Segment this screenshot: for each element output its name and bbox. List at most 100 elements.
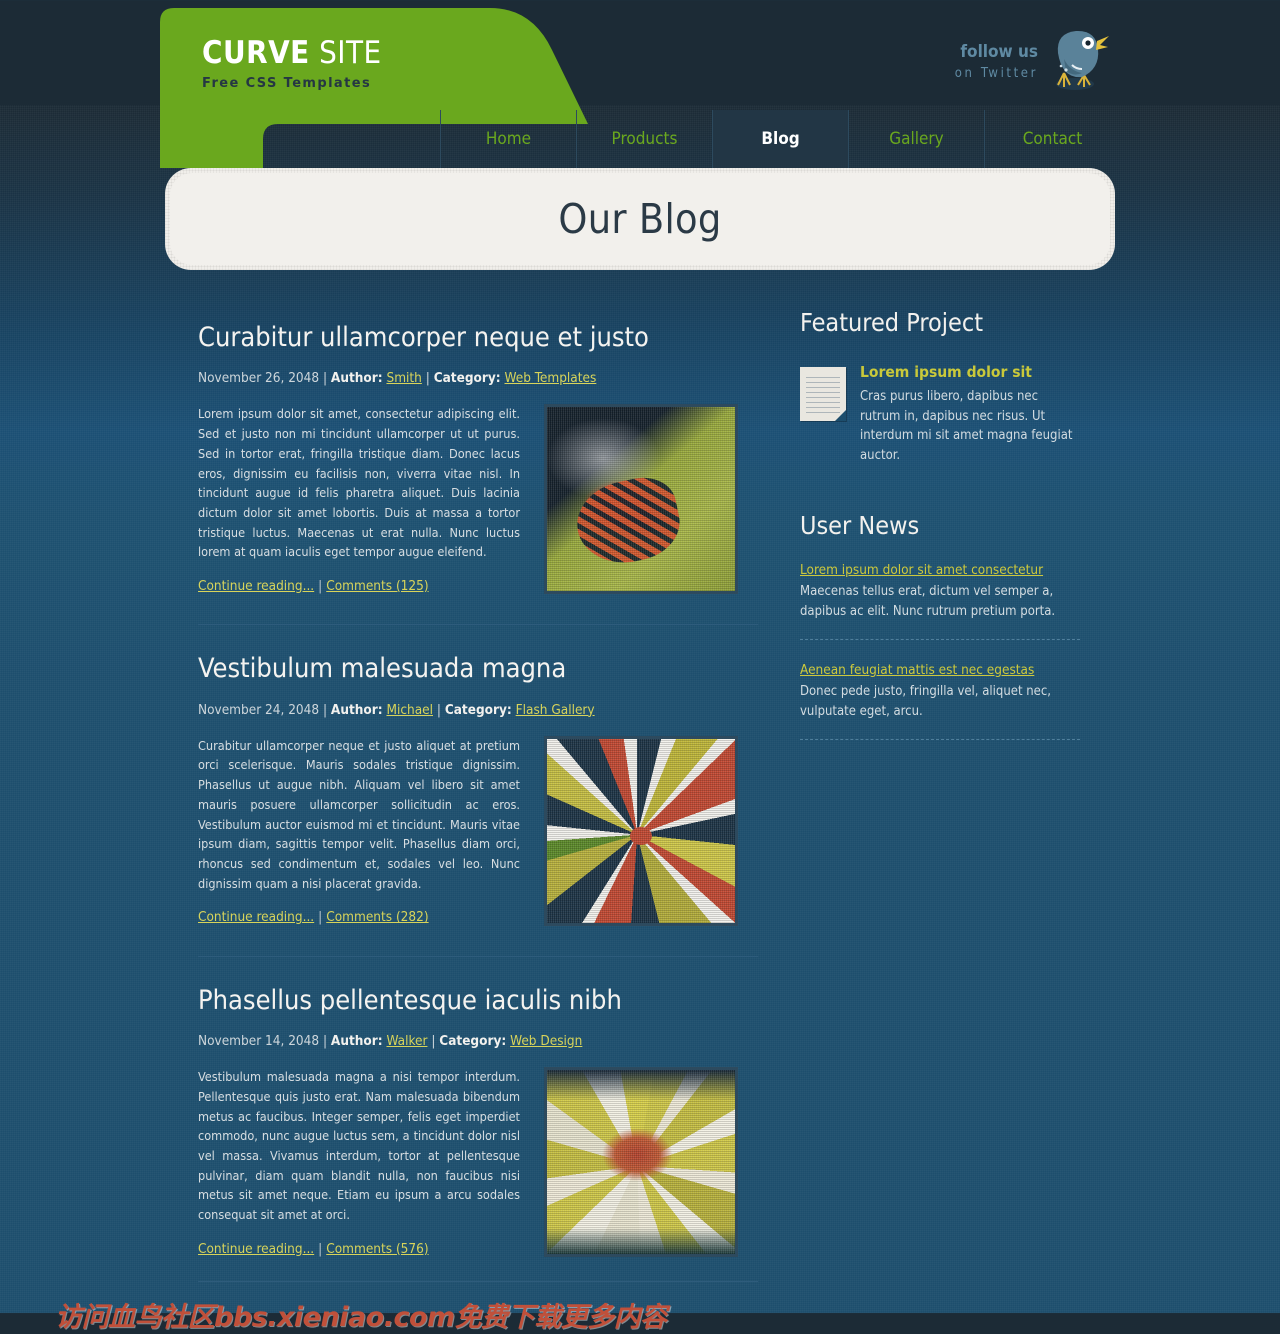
- page-title-panel-inner: Our Blog: [170, 173, 1110, 265]
- meta-divider: |: [433, 701, 445, 718]
- post-text-column: Vestibulum malesuada magna a nisi tempor…: [198, 1067, 520, 1257]
- post-date: November 24, 2048: [198, 701, 320, 718]
- post-text-column: Lorem ipsum dolor sit amet, consectetur …: [198, 404, 520, 594]
- sidebar: Featured Project Lorem ipsum dolor sit C…: [760, 300, 1080, 1263]
- post-category-label: Category:: [439, 1033, 507, 1050]
- news-item-text: Donec pede justo, fringilla vel, aliquet…: [800, 684, 1051, 719]
- comments-link[interactable]: Comments (282): [326, 909, 428, 925]
- post-author-label: Author:: [330, 1033, 383, 1050]
- footer-watermark: 访问血鸟社区bbs.xieniao.com免费下载更多内容: [55, 1302, 667, 1334]
- post-author-link[interactable]: Smith: [386, 370, 421, 386]
- post-category-label: Category:: [433, 370, 501, 387]
- continue-reading-link[interactable]: Continue reading...: [198, 909, 314, 925]
- post-author-link[interactable]: Michael: [386, 702, 433, 718]
- logo-title-light: SITE: [309, 35, 382, 71]
- twitter-text: follow us on Twitter: [955, 43, 1038, 81]
- post-body: Curabitur ullamcorper neque et justo ali…: [198, 735, 760, 926]
- page-title-panel: Our Blog: [165, 168, 1115, 270]
- site-logo[interactable]: CURVE SITE Free CSS Templates: [202, 38, 382, 92]
- twitter-follow-block[interactable]: follow us on Twitter: [870, 25, 1110, 100]
- water-lily-image: [547, 1070, 735, 1255]
- post-author-link[interactable]: Walker: [386, 1033, 427, 1049]
- post-meta: November 14, 2048 | Author: Walker | Cat…: [198, 1033, 760, 1049]
- featured-project-heading: Featured Project: [800, 308, 984, 337]
- post-category-link[interactable]: Web Templates: [505, 370, 597, 386]
- post-thumbnail[interactable]: [544, 735, 738, 926]
- post-category-link[interactable]: Flash Gallery: [516, 702, 595, 718]
- post-meta: November 26, 2048 | Author: Smith | Cate…: [198, 370, 760, 386]
- featured-project-title[interactable]: Lorem ipsum dolor sit: [860, 363, 1080, 381]
- continue-reading-link[interactable]: Continue reading...: [198, 578, 314, 594]
- twitter-bird-icon: [1056, 30, 1109, 90]
- post-text-column: Curabitur ullamcorper neque et justo ali…: [198, 736, 520, 926]
- starburst-image: [547, 738, 735, 923]
- post-links: Continue reading... | Comments (576): [198, 1241, 520, 1257]
- meta-divider: |: [319, 370, 331, 387]
- meta-divider: |: [427, 1033, 440, 1050]
- post-date: November 26, 2048: [198, 370, 320, 387]
- main-navigation[interactable]: Home Products Blog Gallery Contact: [160, 110, 1120, 168]
- post-author-label: Author:: [330, 370, 383, 387]
- news-item-text: Maecenas tellus erat, dictum vel semper …: [800, 584, 1056, 619]
- blog-post: Vestibulum malesuada magna November 24, …: [198, 653, 760, 962]
- post-separator: [198, 624, 758, 626]
- link-divider: |: [318, 1240, 323, 1257]
- logo-tagline: Free CSS Templates: [202, 76, 372, 91]
- post-text: Vestibulum malesuada magna a nisi tempor…: [198, 1069, 520, 1223]
- link-divider: |: [318, 578, 323, 595]
- page-title-bar: Our Blog: [160, 168, 1120, 270]
- nav-item-home[interactable]: Home: [440, 110, 576, 168]
- user-news-heading: User News: [800, 511, 920, 540]
- logo-title: CURVE SITE: [202, 38, 382, 69]
- news-item: Lorem ipsum dolor sit amet consectetur M…: [800, 562, 1080, 621]
- post-thumbnail[interactable]: [544, 404, 738, 595]
- post-body: Vestibulum malesuada magna a nisi tempor…: [198, 1067, 760, 1258]
- post-text: Curabitur ullamcorper neque et justo ali…: [198, 737, 520, 891]
- blog-post: Curabitur ullamcorper neque et justo Nov…: [198, 322, 760, 631]
- featured-project-text: Cras purus libero, dapibus nec rutrum in…: [860, 389, 1073, 463]
- butterfly-image: [547, 407, 735, 592]
- post-separator: [198, 955, 758, 957]
- main-area: Curabitur ullamcorper neque et justo Nov…: [160, 270, 1120, 1263]
- twitter-line-2: on Twitter: [954, 65, 1038, 81]
- logo-title-bold: CURVE: [202, 35, 310, 71]
- news-item-link[interactable]: Lorem ipsum dolor sit amet consectetur: [800, 562, 1080, 578]
- nav-item-blog[interactable]: Blog: [712, 110, 848, 168]
- post-thumbnail[interactable]: [544, 1067, 738, 1258]
- post-text: Lorem ipsum dolor sit amet, consectetur …: [198, 406, 520, 560]
- footer-divider: [198, 1281, 758, 1283]
- news-separator: [800, 639, 1080, 640]
- post-meta: November 24, 2048 | Author: Michael | Ca…: [198, 702, 760, 718]
- comments-link[interactable]: Comments (576): [326, 1241, 428, 1257]
- post-category-link[interactable]: Web Design: [510, 1033, 582, 1049]
- link-divider: |: [318, 909, 323, 926]
- nav-item-products[interactable]: Products: [576, 110, 712, 168]
- post-links: Continue reading... | Comments (282): [198, 909, 520, 925]
- site-footer: 访问血鸟社区bbs.xieniao.com免费下载更多内容: [55, 1281, 1120, 1333]
- site-header: CURVE SITE Free CSS Templates follow us …: [160, 0, 1120, 168]
- news-separator: [800, 739, 1080, 740]
- post-title[interactable]: Vestibulum malesuada magna: [198, 653, 760, 685]
- post-title[interactable]: Phasellus pellentesque iaculis nibh: [198, 985, 760, 1017]
- document-lines: [806, 375, 840, 413]
- post-body: Lorem ipsum dolor sit amet, consectetur …: [198, 404, 760, 595]
- blog-post-list: Curabitur ullamcorper neque et justo Nov…: [160, 300, 760, 1263]
- meta-divider: |: [421, 370, 434, 387]
- post-category-label: Category:: [444, 701, 512, 718]
- news-item-link[interactable]: Aenean feugiat mattis est nec egestas: [800, 662, 1080, 678]
- continue-reading-link[interactable]: Continue reading...: [198, 1241, 314, 1257]
- comments-link[interactable]: Comments (125): [326, 578, 428, 594]
- post-links: Continue reading... | Comments (125): [198, 578, 520, 594]
- post-title[interactable]: Curabitur ullamcorper neque et justo: [198, 322, 760, 354]
- meta-divider: |: [319, 1033, 331, 1050]
- page-title: Our Blog: [558, 195, 722, 243]
- featured-project-item: Lorem ipsum dolor sit Cras purus libero,…: [800, 363, 1080, 465]
- post-author-label: Author:: [330, 701, 383, 718]
- nav-item-gallery[interactable]: Gallery: [848, 110, 984, 168]
- news-item: Aenean feugiat mattis est nec egestas Do…: [800, 662, 1080, 721]
- twitter-line-1: follow us: [960, 42, 1038, 62]
- nav-item-contact[interactable]: Contact: [984, 110, 1120, 168]
- post-date: November 14, 2048: [198, 1033, 320, 1050]
- featured-project-body: Lorem ipsum dolor sit Cras purus libero,…: [860, 363, 1080, 465]
